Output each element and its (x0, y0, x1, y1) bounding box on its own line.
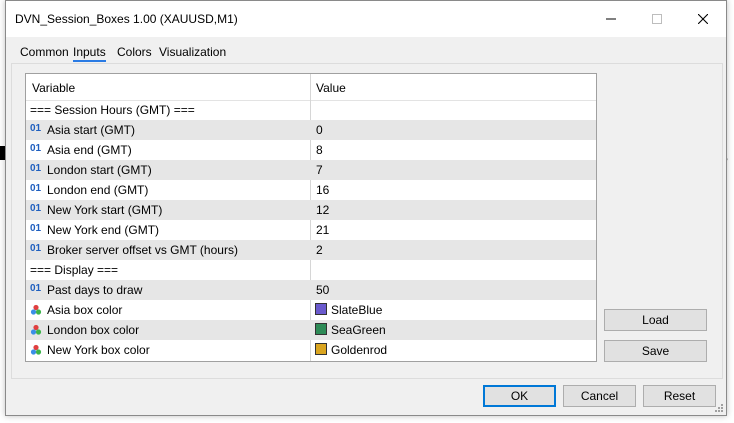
row-name: New York box color (47, 343, 150, 357)
table-row[interactable]: 01 Asia start (GMT) 0 (26, 120, 596, 140)
section-row-display[interactable]: === Display === (26, 260, 596, 280)
integer-icon: 01 (30, 123, 42, 134)
table-row[interactable]: 01 Past days to draw 50 (26, 280, 596, 300)
ok-button[interactable]: OK (483, 385, 556, 407)
table-row[interactable]: 01 London start (GMT) 7 (26, 160, 596, 180)
color-swatch[interactable] (315, 303, 327, 315)
table-row[interactable]: 01 Broker server offset vs GMT (hours) 2 (26, 240, 596, 260)
integer-icon: 01 (30, 163, 42, 174)
integer-icon: 01 (30, 203, 42, 214)
row-name: London end (GMT) (47, 183, 149, 197)
table-row[interactable]: 01 New York end (GMT) 21 (26, 220, 596, 240)
row-name: === Display === (30, 263, 119, 277)
maximize-button[interactable] (634, 1, 680, 37)
color-swatch[interactable] (315, 343, 327, 355)
inputs-grid: Variable Value === Session Hours (GMT) =… (25, 73, 597, 362)
row-value[interactable]: Goldenrod (331, 343, 387, 357)
integer-icon: 01 (30, 243, 42, 254)
row-name: Past days to draw (47, 283, 143, 297)
inputs-dialog: DVN_Session_Boxes 1.00 (XAUUSD,M1) Commo… (5, 0, 727, 416)
cancel-button[interactable]: Cancel (563, 385, 636, 407)
row-value[interactable]: 50 (316, 283, 329, 297)
table-row[interactable]: 01 New York start (GMT) 12 (26, 200, 596, 220)
dialog-title: DVN_Session_Boxes 1.00 (XAUUSD,M1) (15, 12, 238, 26)
table-row[interactable]: Asia box color SlateBlue (26, 300, 596, 320)
row-value[interactable]: 0 (316, 123, 323, 137)
integer-icon: 01 (30, 183, 42, 194)
maximize-icon (652, 14, 662, 24)
reset-button[interactable]: Reset (643, 385, 716, 407)
row-name: Asia start (GMT) (47, 123, 136, 137)
color-palette-icon (30, 304, 42, 315)
color-swatch[interactable] (315, 323, 327, 335)
tab-common[interactable]: Common (20, 45, 69, 59)
integer-icon: 01 (30, 223, 42, 234)
table-row[interactable]: London box color SeaGreen (26, 320, 596, 340)
section-row-session-hours[interactable]: === Session Hours (GMT) === (26, 100, 596, 120)
row-value[interactable]: 21 (316, 223, 329, 237)
minimize-icon (606, 18, 616, 20)
row-name: New York start (GMT) (47, 203, 163, 217)
integer-icon: 01 (30, 143, 42, 154)
minimize-button[interactable] (588, 1, 634, 37)
row-value[interactable]: SlateBlue (331, 303, 382, 317)
table-row[interactable]: 01 Asia end (GMT) 8 (26, 140, 596, 160)
close-icon (698, 14, 708, 24)
tab-inputs[interactable]: Inputs (73, 45, 106, 62)
row-name: London start (GMT) (47, 163, 152, 177)
tab-visualization[interactable]: Visualization (159, 45, 226, 59)
color-palette-icon (30, 344, 42, 355)
title-bar: DVN_Session_Boxes 1.00 (XAUUSD,M1) (6, 1, 726, 37)
row-value[interactable]: 12 (316, 203, 329, 217)
row-value[interactable]: SeaGreen (331, 323, 386, 337)
load-button[interactable]: Load (604, 309, 707, 331)
save-button[interactable]: Save (604, 340, 707, 362)
row-name: Broker server offset vs GMT (hours) (47, 243, 238, 257)
grid-header: Variable Value (26, 74, 596, 101)
row-value[interactable]: 8 (316, 143, 323, 157)
color-palette-icon (30, 324, 42, 335)
column-header-value[interactable]: Value (316, 81, 346, 95)
integer-icon: 01 (30, 283, 42, 294)
tab-colors[interactable]: Colors (117, 45, 152, 59)
resize-grip-icon[interactable] (714, 403, 724, 413)
row-value[interactable]: 16 (316, 183, 329, 197)
column-header-variable[interactable]: Variable (32, 81, 75, 95)
row-value[interactable]: 2 (316, 243, 323, 257)
table-row[interactable]: New York box color Goldenrod (26, 340, 596, 360)
row-name: Asia end (GMT) (47, 143, 132, 157)
row-value[interactable]: 7 (316, 163, 323, 177)
close-button[interactable] (680, 1, 726, 37)
table-row[interactable]: 01 London end (GMT) 16 (26, 180, 596, 200)
row-name: Asia box color (47, 303, 123, 317)
row-name: === Session Hours (GMT) === (30, 103, 195, 117)
row-name: London box color (47, 323, 140, 337)
row-name: New York end (GMT) (47, 223, 160, 237)
